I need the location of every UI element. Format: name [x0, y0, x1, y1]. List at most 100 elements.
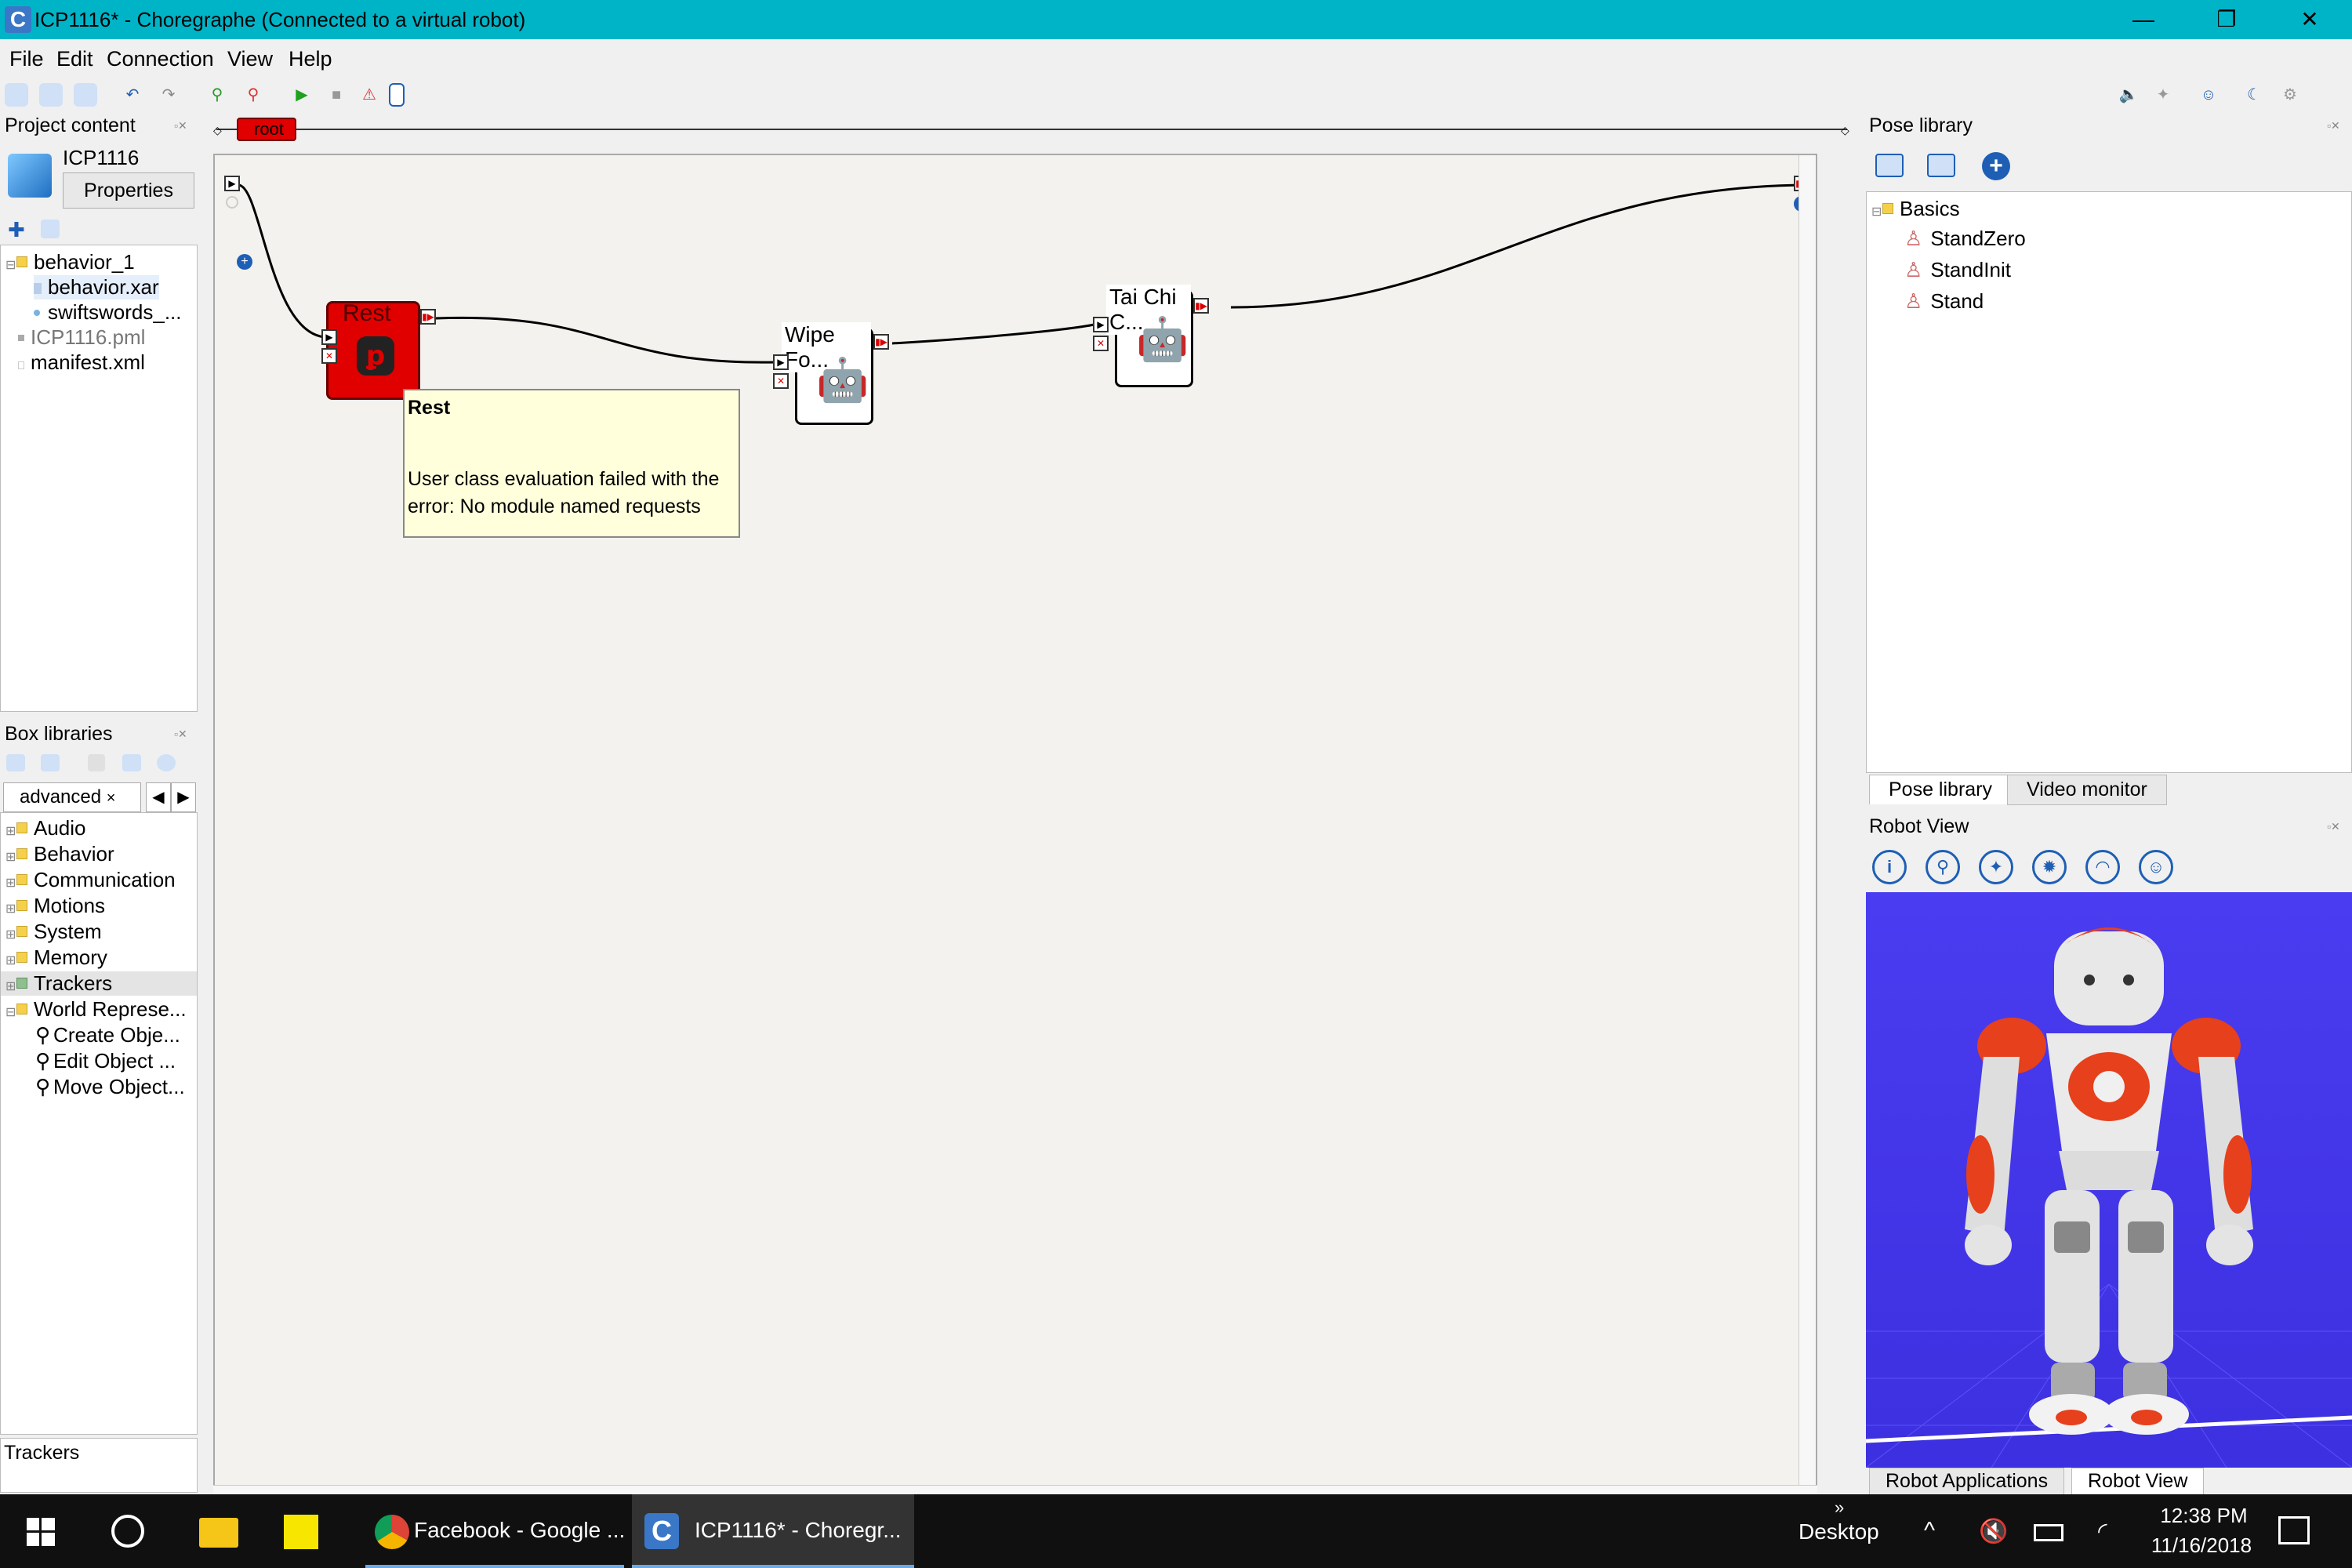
- new-library-icon[interactable]: [6, 754, 25, 771]
- save-project-icon[interactable]: [74, 83, 97, 107]
- tree-item-behavior-xar[interactable]: behavior.xar: [34, 275, 159, 299]
- panel-float-close-icons[interactable]: ▫✕: [2327, 820, 2340, 833]
- minimize-button[interactable]: —: [2107, 0, 2180, 39]
- flow-diagram-canvas[interactable]: ▶ + ▮▶ + Rest ꝑ ▶ ✕ ▮▶ Wipe Fo... 🤖 ▶ ✕ …: [213, 154, 1817, 1494]
- animation-icon[interactable]: ☺: [2197, 83, 2220, 107]
- undo-icon[interactable]: ↶: [121, 83, 144, 107]
- library-item-world-representation[interactable]: ⊟ World Represe...: [5, 997, 187, 1022]
- tree-item-pml[interactable]: ICP1116.pml: [18, 325, 145, 350]
- menu-file[interactable]: File: [9, 47, 44, 71]
- robot-settings-icon[interactable]: ⚲: [1926, 850, 1960, 884]
- warning-icon[interactable]: ⚠: [358, 83, 381, 107]
- wipe-stop-port[interactable]: ✕: [773, 373, 789, 389]
- library-item-move-object[interactable]: ⚲ Move Object...: [35, 1075, 185, 1099]
- clock-date[interactable]: 11/16/2018: [2139, 1534, 2264, 1558]
- scroll-left-icon[interactable]: ◀: [146, 782, 171, 812]
- notifications-icon[interactable]: [2278, 1516, 2310, 1544]
- stiffness-icon[interactable]: ✦: [2151, 83, 2175, 107]
- rest-output-port[interactable]: ▮▶: [420, 309, 436, 325]
- play-icon[interactable]: ▶: [290, 83, 314, 107]
- tab-robot-applications[interactable]: Robot Applications: [1869, 1468, 2065, 1495]
- rest-stop-port[interactable]: ✕: [321, 348, 337, 364]
- menu-view[interactable]: View: [227, 47, 273, 71]
- search-library-icon[interactable]: [157, 754, 176, 771]
- tree-item-behavior-1[interactable]: ⊟ behavior_1: [5, 250, 135, 274]
- box-tai-chi[interactable]: Tai Chi C... 🤖: [1106, 285, 1193, 387]
- save-library-icon[interactable]: [88, 754, 105, 771]
- properties-button[interactable]: Properties: [63, 172, 194, 209]
- box-rest[interactable]: Rest ꝑ: [326, 300, 420, 400]
- tab-pose-library[interactable]: Pose library: [1869, 775, 2012, 804]
- open-library-icon[interactable]: [41, 754, 60, 771]
- sticky-notes-icon[interactable]: [284, 1515, 318, 1549]
- clock-time[interactable]: 12:38 PM: [2145, 1504, 2263, 1528]
- library-item-audio[interactable]: ⊞ Audio: [5, 816, 86, 840]
- taichi-stop-port[interactable]: ✕: [1093, 336, 1109, 351]
- library-item-behavior[interactable]: ⊞ Behavior: [5, 842, 114, 866]
- desktop-toolbar-label[interactable]: Desktop: [1798, 1519, 1879, 1544]
- library-item-communication[interactable]: ⊞ Communication: [5, 868, 176, 892]
- library-item-edit-object[interactable]: ⚲ Edit Object ...: [35, 1049, 176, 1073]
- maximize-button[interactable]: ❐: [2190, 0, 2263, 39]
- pose-item-standinit[interactable]: ♙ StandInit: [1904, 258, 2011, 282]
- add-file-icon[interactable]: ✚: [8, 218, 25, 242]
- menu-edit[interactable]: Edit: [56, 47, 93, 71]
- library-item-trackers[interactable]: ⊞ Trackers: [1, 971, 197, 996]
- library-item-motions[interactable]: ⊞ Motions: [5, 894, 105, 918]
- rest-input-port[interactable]: ▶: [321, 329, 337, 345]
- gear-robot-icon[interactable]: ✹: [2032, 850, 2067, 884]
- face-icon[interactable]: ☺: [2139, 850, 2173, 884]
- desktop-toolbar-arrow-icon[interactable]: »: [1835, 1497, 1844, 1518]
- taichi-input-port[interactable]: ▶: [1093, 317, 1109, 332]
- wipe-input-port[interactable]: ▶: [773, 354, 789, 370]
- library-tool-icon[interactable]: [122, 754, 141, 771]
- library-item-memory[interactable]: ⊞ Memory: [5, 946, 107, 970]
- taichi-output-port[interactable]: ▮▶: [1193, 298, 1209, 314]
- settings-icon[interactable]: ⚙: [2278, 83, 2302, 107]
- tab-robot-view[interactable]: Robot View: [2071, 1468, 2205, 1494]
- pose-folder-basics[interactable]: ⊟ Basics: [1871, 197, 1960, 221]
- tab-close-icon[interactable]: ×: [107, 789, 116, 807]
- menu-help[interactable]: Help: [289, 47, 332, 71]
- cortana-icon[interactable]: [111, 1515, 144, 1548]
- scroll-right-icon[interactable]: ▶: [171, 782, 196, 812]
- wipe-output-port[interactable]: ▮▶: [873, 334, 889, 350]
- vertical-scrollbar[interactable]: [1798, 155, 1816, 1493]
- show-hidden-icons-icon[interactable]: ^: [1924, 1518, 1935, 1544]
- redo-icon[interactable]: ↷: [157, 83, 180, 107]
- import-icon[interactable]: [41, 220, 60, 238]
- library-item-system[interactable]: ⊞ System: [5, 920, 102, 944]
- sleep-icon[interactable]: ☾: [2242, 83, 2266, 107]
- disconnect-icon[interactable]: ⚲: [241, 83, 265, 107]
- tree-item-swiftswords[interactable]: swiftswords_...: [34, 300, 182, 325]
- box-wipe-forehead[interactable]: Wipe Fo... 🤖: [782, 322, 873, 425]
- tab-advanced[interactable]: advanced ×: [3, 782, 141, 812]
- add-pose-icon[interactable]: +: [1982, 152, 2010, 180]
- volume-muted-icon[interactable]: 🔇: [1979, 1518, 2008, 1545]
- new-project-icon[interactable]: [5, 83, 28, 107]
- tree-item-manifest[interactable]: manifest.xml: [18, 350, 145, 375]
- behavior-start-port[interactable]: ▶: [224, 176, 240, 191]
- open-pose-icon[interactable]: [1875, 154, 1904, 177]
- add-input-icon[interactable]: +: [237, 254, 252, 270]
- start-stop-port[interactable]: [226, 196, 238, 209]
- panel-float-close-icons[interactable]: ▫✕: [174, 119, 187, 132]
- horizontal-scrollbar[interactable]: [213, 1485, 1817, 1494]
- wifi-icon[interactable]: ◜: [2098, 1518, 2107, 1545]
- tab-video-monitor[interactable]: Video monitor: [2007, 775, 2167, 805]
- breadcrumb-root[interactable]: root: [237, 118, 296, 141]
- pose-item-standzero[interactable]: ♙ StandZero: [1904, 227, 2026, 251]
- file-explorer-icon[interactable]: [199, 1518, 238, 1548]
- close-button[interactable]: ✕: [2274, 0, 2346, 39]
- robot-3d-view[interactable]: [1866, 892, 2352, 1468]
- sparkle-icon[interactable]: ✦: [1979, 850, 2013, 884]
- windows-start-icon[interactable]: [27, 1518, 55, 1546]
- panel-float-close-icons[interactable]: ▫✕: [2327, 119, 2340, 132]
- library-item-create-object[interactable]: ⚲ Create Obje...: [35, 1023, 180, 1047]
- taskbar-chrome-facebook[interactable]: Facebook - Google ...: [365, 1494, 625, 1568]
- taskbar-choregraphe[interactable]: C ICP1116* - Choregr...: [632, 1494, 914, 1568]
- menu-connection[interactable]: Connection: [107, 47, 214, 71]
- stop-icon[interactable]: ■: [325, 83, 348, 107]
- import-pose-icon[interactable]: [1927, 154, 1955, 177]
- info-icon[interactable]: i: [1872, 850, 1907, 884]
